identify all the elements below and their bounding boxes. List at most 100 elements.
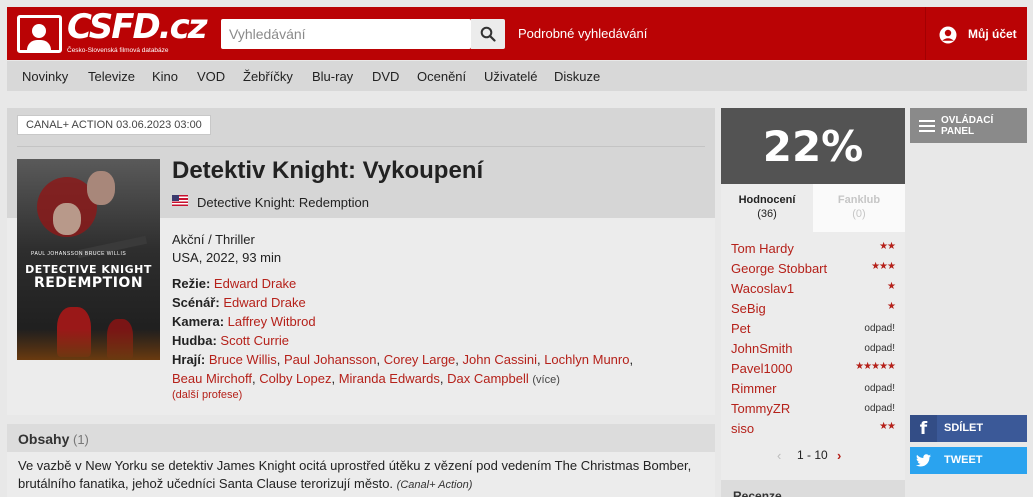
- pager-prev-icon[interactable]: ‹: [777, 448, 781, 463]
- synopsis-count: (1): [73, 432, 89, 447]
- film-poster[interactable]: PAUL JOHANSSON BRUCE WILLIS DETECTIVE KN…: [17, 159, 160, 360]
- rating-row: JohnSmith odpad!: [731, 339, 895, 357]
- rating-row: Rimmer odpad!: [731, 379, 895, 397]
- nav-item-diskuze[interactable]: Diskuze: [554, 69, 600, 84]
- search-input[interactable]: [221, 19, 471, 49]
- poster-title-line2: REDEMPTION: [33, 275, 144, 291]
- actor-link[interactable]: Bruce Willis: [209, 352, 277, 367]
- actor-link[interactable]: Miranda Edwards: [339, 371, 440, 386]
- site-logo[interactable]: CSFD.cz Česko-Slovenská filmová databáze: [17, 7, 208, 57]
- crew-link[interactable]: Laffrey Witbrod: [228, 314, 316, 329]
- tab-fanclub[interactable]: Fanklub (0): [813, 184, 905, 232]
- synopsis-box: Obsahy (1) Ve vazbě v New Yorku se detek…: [7, 424, 715, 497]
- actor-link[interactable]: Corey Large: [384, 352, 456, 367]
- crew-director: Režie: Edward Drake: [172, 276, 296, 291]
- control-panel-button[interactable]: OVLÁDACÍ PANEL: [910, 108, 1027, 143]
- rating-user-link[interactable]: Wacoslav1: [731, 281, 794, 296]
- actor-link[interactable]: John Cassini: [463, 352, 537, 367]
- facebook-icon: f: [910, 415, 937, 442]
- logo-icon: [17, 15, 62, 53]
- user-icon: [939, 26, 957, 44]
- twitter-icon: [910, 447, 937, 474]
- poster-face: [87, 171, 115, 205]
- nav-item-dvd[interactable]: DVD: [372, 69, 399, 84]
- rating-user-link[interactable]: siso: [731, 421, 754, 436]
- actor-link[interactable]: Dax Campbell: [447, 371, 529, 386]
- nav-item-vod[interactable]: VOD: [197, 69, 225, 84]
- nav-item-kino[interactable]: Kino: [152, 69, 178, 84]
- rating-row: Pavel1000 ★★★★★: [731, 359, 896, 377]
- synopsis-header: [7, 424, 715, 452]
- rating-stars: ★★: [879, 241, 896, 252]
- rating-user-link[interactable]: SeBig: [731, 301, 766, 316]
- rating-row: SeBig ★: [731, 299, 896, 317]
- rating-user-link[interactable]: TommyZR: [731, 401, 790, 416]
- nav-item-zebricky[interactable]: Žebříčky: [243, 69, 293, 84]
- rating-waste: odpad!: [864, 403, 895, 414]
- pager-next-icon[interactable]: ›: [837, 448, 841, 463]
- nav-item-televize[interactable]: Televize: [88, 69, 135, 84]
- rating-user-link[interactable]: Pet: [731, 321, 751, 336]
- actor-link[interactable]: Colby Lopez: [259, 371, 331, 386]
- menu-icon: [919, 120, 935, 132]
- rating-user-link[interactable]: JohnSmith: [731, 341, 792, 356]
- rating-stars: ★: [887, 281, 896, 292]
- crew-label: Režie:: [172, 276, 211, 291]
- rating-stars: ★: [887, 301, 896, 312]
- rating-user-link[interactable]: George Stobbart: [731, 261, 827, 276]
- search-button[interactable]: [471, 19, 505, 49]
- rating-row: siso ★★: [731, 419, 896, 437]
- rating-user-link[interactable]: Tom Hardy: [731, 241, 794, 256]
- rating-row: Tom Hardy ★★: [731, 239, 896, 257]
- rating-pager: ‹ 1 - 10 ›: [777, 448, 857, 464]
- actor-link[interactable]: Lochlyn Munro: [544, 352, 629, 367]
- rating-panel: 22% Hodnocení (36) Fanklub (0) Tom Hardy…: [721, 108, 905, 488]
- actor-link[interactable]: Beau Mirchoff: [172, 371, 252, 386]
- reviews-panel-header: Recenze: [721, 480, 905, 497]
- crew-music: Hudba: Scott Currie: [172, 333, 289, 348]
- original-title: Detective Knight: Redemption: [197, 195, 369, 210]
- poster-names: PAUL JOHANSSON BRUCE WILLIS: [31, 251, 127, 257]
- tab-ratings[interactable]: Hodnocení (36): [721, 184, 813, 232]
- rating-user-link[interactable]: Rimmer: [731, 381, 777, 396]
- crew-writer: Scénář: Edward Drake: [172, 295, 306, 310]
- account-button[interactable]: Můj účet: [925, 7, 1027, 60]
- film-origin: USA, 2022, 93 min: [172, 250, 282, 265]
- film-detail: CANAL+ ACTION 03.06.2023 03:00 PAUL JOHA…: [7, 108, 715, 415]
- rating-waste: odpad!: [864, 343, 895, 354]
- control-panel-label: OVLÁDACÍ PANEL: [941, 115, 994, 137]
- more-crew-link[interactable]: (další profese): [172, 389, 242, 401]
- actor-link[interactable]: Paul Johansson: [284, 352, 377, 367]
- nav-item-uzivatele[interactable]: Uživatelé: [484, 69, 537, 84]
- logo-subtitle: Česko-Slovenská filmová databáze: [67, 47, 169, 54]
- rating-row: George Stobbart ★★★: [731, 259, 896, 277]
- rating-value: 22%: [762, 122, 864, 171]
- crew-link[interactable]: Scott Currie: [220, 333, 289, 348]
- account-label: Můj účet: [968, 27, 1017, 41]
- nav-item-bluray[interactable]: Blu-ray: [312, 69, 353, 84]
- facebook-share-button[interactable]: f SDÍLET: [910, 415, 1027, 442]
- crew-link[interactable]: Edward Drake: [223, 295, 305, 310]
- crew-actors: Hrají: Bruce Willis, Paul Johansson, Cor…: [172, 352, 634, 386]
- tv-schedule-badge[interactable]: CANAL+ ACTION 03.06.2023 03:00: [17, 115, 211, 135]
- us-flag-icon: [172, 195, 188, 206]
- crew-camera: Kamera: Laffrey Witbrod: [172, 314, 316, 329]
- actors-more-link[interactable]: (více): [532, 374, 560, 386]
- poster-face: [53, 203, 81, 235]
- rating-stars: ★★: [879, 421, 896, 432]
- crew-link[interactable]: Edward Drake: [214, 276, 296, 291]
- tab-label: Fanklub: [837, 194, 881, 206]
- share-label: SDÍLET: [944, 422, 984, 434]
- rating-stars: ★★★★★: [855, 361, 896, 372]
- logo-text: CSFD.cz: [67, 7, 208, 47]
- tab-label: Hodnocení: [738, 194, 796, 206]
- nav-item-novinky[interactable]: Novinky: [22, 69, 68, 84]
- nav-item-oceneni[interactable]: Ocenění: [417, 69, 466, 84]
- tab-count: (36): [757, 208, 777, 220]
- poster-fire: [17, 329, 160, 360]
- rating-stars: ★★★: [871, 261, 896, 272]
- rating-waste: odpad!: [864, 383, 895, 394]
- twitter-share-button[interactable]: TWEET: [910, 447, 1027, 474]
- advanced-search-link[interactable]: Podrobné vyhledávání: [518, 26, 647, 41]
- rating-user-link[interactable]: Pavel1000: [731, 361, 792, 376]
